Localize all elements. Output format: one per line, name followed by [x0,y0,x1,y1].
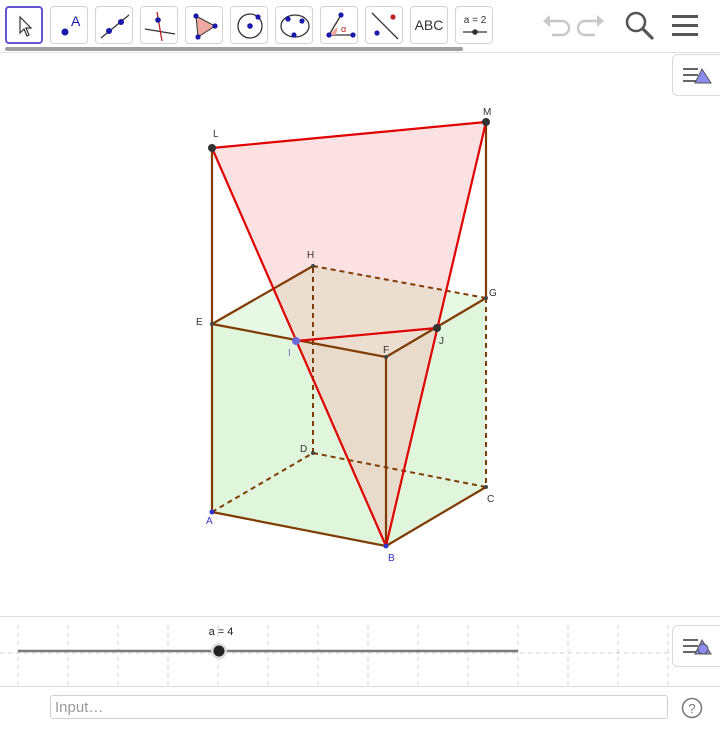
point-e [210,322,214,326]
point-j [433,324,441,332]
perpendicular-line-icon [144,11,176,42]
label-l: L [213,129,219,140]
point-b [383,543,389,549]
label-i: I [288,348,291,359]
point-d [311,451,315,455]
geometry-figure: L M H G E F J I D C A B [196,107,497,564]
line-tool-button[interactable] [95,6,133,44]
line-icon [100,14,130,39]
toolbar: A α ABC a = 2 [0,0,720,52]
point-i [292,337,300,345]
toolbar-scrollbar[interactable] [5,47,463,51]
point-tool-button[interactable]: A [50,6,88,44]
style-bar-toggle-button-2[interactable] [672,625,720,667]
reflect-icon [371,12,399,40]
algebra-input-field[interactable] [50,695,668,719]
style-bar-toggle-button[interactable] [672,54,720,96]
label-a: A [206,516,213,527]
polygon-tool-button[interactable] [185,6,223,44]
reflect-tool-button[interactable] [365,6,403,44]
graphics-view[interactable]: L M H G E F J I D C A B [0,53,720,615]
circle-center-tool-button[interactable] [230,6,268,44]
angle-icon: α [326,12,356,38]
label-h: H [307,250,314,261]
label-f: F [383,345,389,356]
style-bar-icon [683,638,712,655]
circle-three-points-icon [280,14,310,38]
svg-text:?: ? [688,701,695,716]
svg-text:α: α [341,24,346,34]
svg-text:a = 2: a = 2 [464,15,487,26]
point-a [209,509,215,515]
label-j: J [439,336,444,347]
label-b: B [388,553,395,564]
help-icon[interactable]: ? [681,697,703,719]
slider-label: a = 4 [209,626,234,638]
point-icon: A [61,13,81,36]
undo-icon[interactable] [538,8,572,42]
style-bar-icon [683,67,712,84]
label-d: D [300,444,307,455]
redo-icon[interactable] [575,8,609,42]
graphics-view-2[interactable]: a = 4 [0,616,720,687]
point-g [484,296,488,300]
slider-a[interactable]: a = 4 [0,617,720,687]
slider-graphic: a = 4 [18,626,518,659]
label-m: M [483,107,491,118]
label-g: G [489,288,497,299]
label-c: C [487,494,494,505]
slider-icon: a = 2 [463,15,487,35]
point-c [484,485,488,489]
text-tool-button[interactable]: ABC [410,6,448,44]
perpendicular-line-tool-button[interactable] [140,6,178,44]
polygon-icon [193,13,218,40]
menu-icon[interactable] [668,8,702,42]
point-m [482,118,490,126]
cursor-arrow-icon [19,15,33,37]
search-icon[interactable] [622,8,656,42]
svg-text:A: A [71,13,81,29]
circle-icon [237,13,263,39]
point-l [208,144,216,152]
move-tool-button[interactable] [5,6,43,44]
input-bar: ? [0,686,720,731]
angle-tool-button[interactable]: α [320,6,358,44]
text-tool-label: ABC [414,17,444,33]
label-e: E [196,317,203,328]
slider-tool-button[interactable]: a = 2 [455,6,493,44]
point-h [311,264,315,268]
circle-three-points-tool-button[interactable] [275,6,313,44]
